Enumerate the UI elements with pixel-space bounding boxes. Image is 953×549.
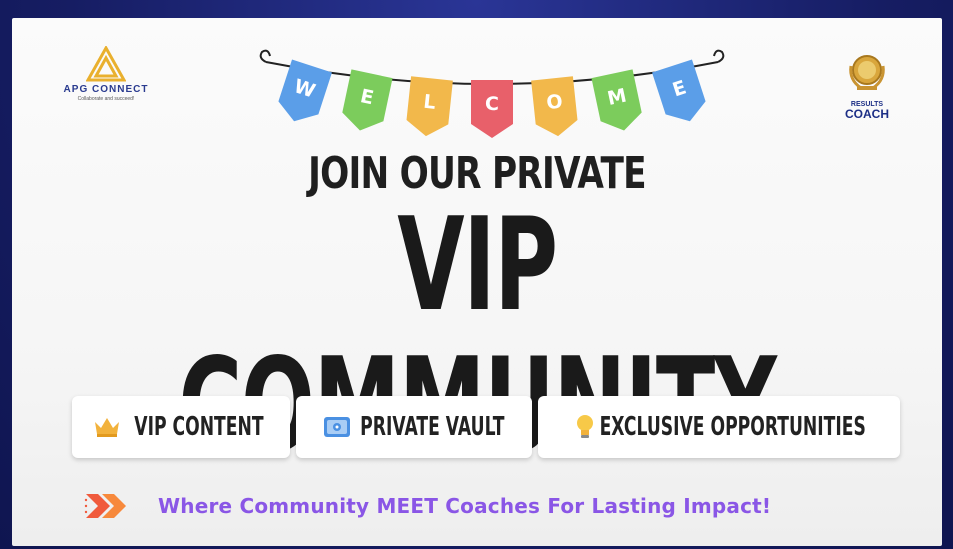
welcome-flag: M	[591, 69, 642, 131]
apg-connect-logo: APG CONNECT Collaborate and succeed!	[46, 46, 166, 116]
feature-label: PRIVATE VAULT	[359, 412, 505, 442]
feature-label: VIP CONTENT	[134, 412, 264, 442]
welcome-flag-letter: O	[545, 91, 563, 115]
welcome-flag: W	[278, 59, 332, 122]
feature-vip-content: VIP CONTENT	[72, 396, 290, 458]
promo-card: APG CONNECT Collaborate and succeed! WEL…	[12, 18, 942, 546]
lightbulb-icon	[577, 415, 594, 438]
apg-logo-tagline: Collaborate and succeed!	[77, 96, 135, 102]
welcome-flag: L	[406, 76, 453, 137]
welcome-banner: WELCOME	[252, 36, 732, 146]
results-coach-line2: COACH	[845, 107, 889, 121]
welcome-flag: C	[471, 80, 513, 138]
results-coach-logo: RESULTS COACH	[832, 48, 902, 128]
laurel-medal-icon	[849, 55, 885, 90]
welcome-flag-letter: L	[422, 91, 436, 114]
double-chevron-right-icon	[84, 494, 126, 518]
welcome-bunting: WELCOME	[259, 49, 725, 138]
tagline-row: Where Community MEET Coaches For Lasting…	[84, 488, 904, 524]
feature-label: EXCLUSIVE OPPORTUNITIES	[599, 412, 867, 442]
vault-icon	[323, 417, 350, 437]
feature-private-vault: PRIVATE VAULT	[296, 396, 532, 458]
screen-background: APG CONNECT Collaborate and succeed! WEL…	[0, 0, 953, 549]
welcome-flag-letter: C	[485, 93, 499, 115]
apg-logo-name: APG CONNECT	[63, 84, 149, 95]
tagline-text: Where Community MEET Coaches For Lasting…	[158, 494, 772, 518]
welcome-flag: E	[342, 69, 393, 131]
apg-triangle-icon	[86, 46, 126, 82]
feature-exclusive-opportunities: EXCLUSIVE OPPORTUNITIES	[538, 396, 900, 458]
feature-chips: VIP CONTENT PRIVATE VAULT EXCLUSIVE OPPO…	[72, 396, 902, 460]
welcome-flag: O	[531, 76, 578, 137]
crown-icon	[95, 418, 120, 437]
welcome-flag: E	[652, 59, 706, 122]
